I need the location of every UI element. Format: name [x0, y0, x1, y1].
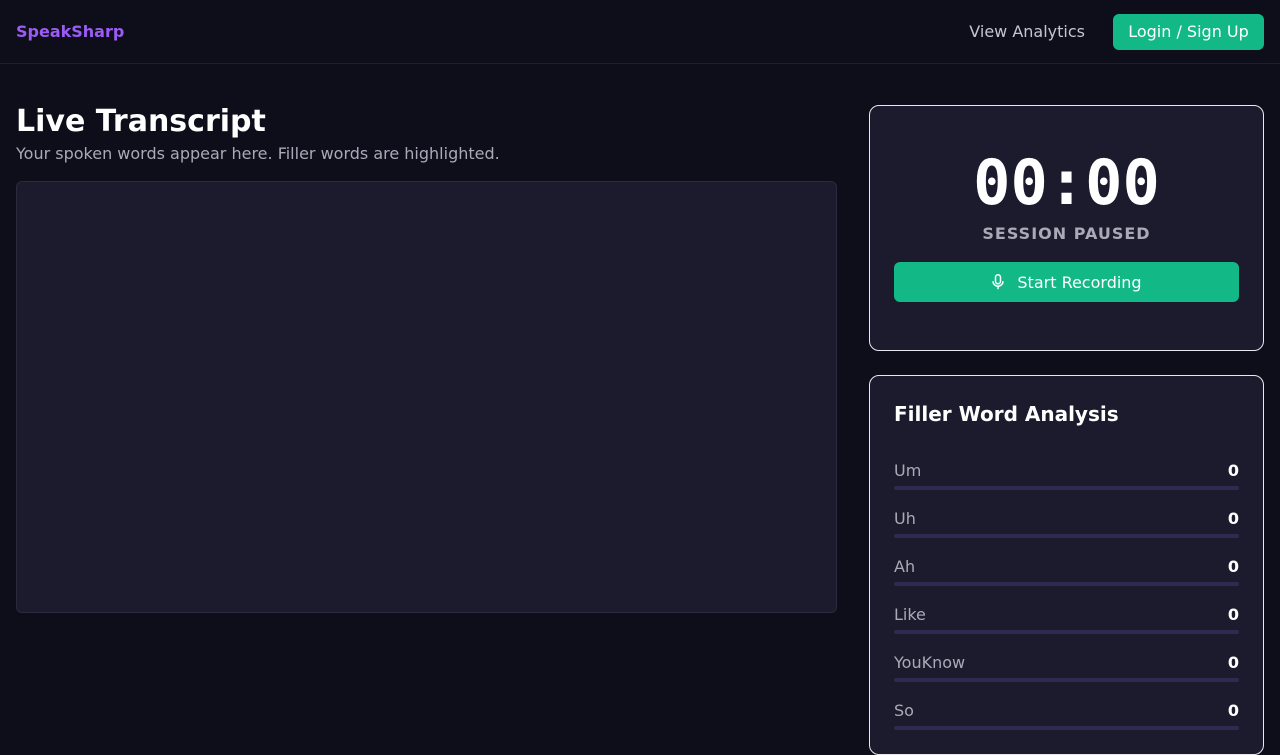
page-subtitle: Your spoken words appear here. Filler wo…: [16, 144, 500, 163]
login-signup-button[interactable]: Login / Sign Up: [1113, 14, 1264, 50]
filler-count: 0: [1227, 461, 1239, 480]
filler-row-youknow: YouKnow 0: [894, 653, 1239, 693]
filler-progress-bar: [894, 678, 1239, 682]
filler-progress-bar: [894, 534, 1239, 538]
filler-progress-bar: [894, 630, 1239, 634]
filler-count: 0: [1227, 605, 1239, 624]
filler-label: YouKnow: [894, 653, 966, 672]
start-recording-button[interactable]: Start Recording: [894, 262, 1239, 302]
session-status: SESSION PAUSED: [982, 224, 1151, 243]
start-recording-label: Start Recording: [1017, 272, 1142, 292]
filler-count: 0: [1227, 701, 1239, 720]
microphone-icon: [992, 274, 1005, 290]
filler-label: Uh: [894, 509, 916, 528]
session-timer: 00:00: [973, 146, 1160, 219]
filler-count: 0: [1227, 509, 1239, 528]
filler-label: So: [894, 701, 914, 720]
filler-row-like: Like 0: [894, 605, 1239, 645]
filler-row-so: So 0: [894, 701, 1239, 741]
filler-progress-bar: [894, 582, 1239, 586]
filler-label: Um: [894, 461, 922, 480]
filler-count: 0: [1227, 557, 1239, 576]
filler-row-ah: Ah 0: [894, 557, 1239, 597]
page-title: Live Transcript: [16, 104, 266, 139]
filler-row-um: Um 0: [894, 461, 1239, 501]
top-navigation-bar: SpeakSharp View Analytics Login / Sign U…: [0, 0, 1280, 64]
filler-label: Like: [894, 605, 926, 624]
transcript-area: [16, 181, 837, 613]
filler-progress-bar: [894, 726, 1239, 730]
filler-count: 0: [1227, 653, 1239, 672]
view-analytics-link[interactable]: View Analytics: [969, 22, 1085, 41]
filler-progress-bar: [894, 486, 1239, 490]
filler-analysis-title: Filler Word Analysis: [894, 402, 1119, 426]
filler-row-uh: Uh 0: [894, 509, 1239, 549]
brand-logo[interactable]: SpeakSharp: [16, 22, 124, 41]
filler-label: Ah: [894, 557, 916, 576]
